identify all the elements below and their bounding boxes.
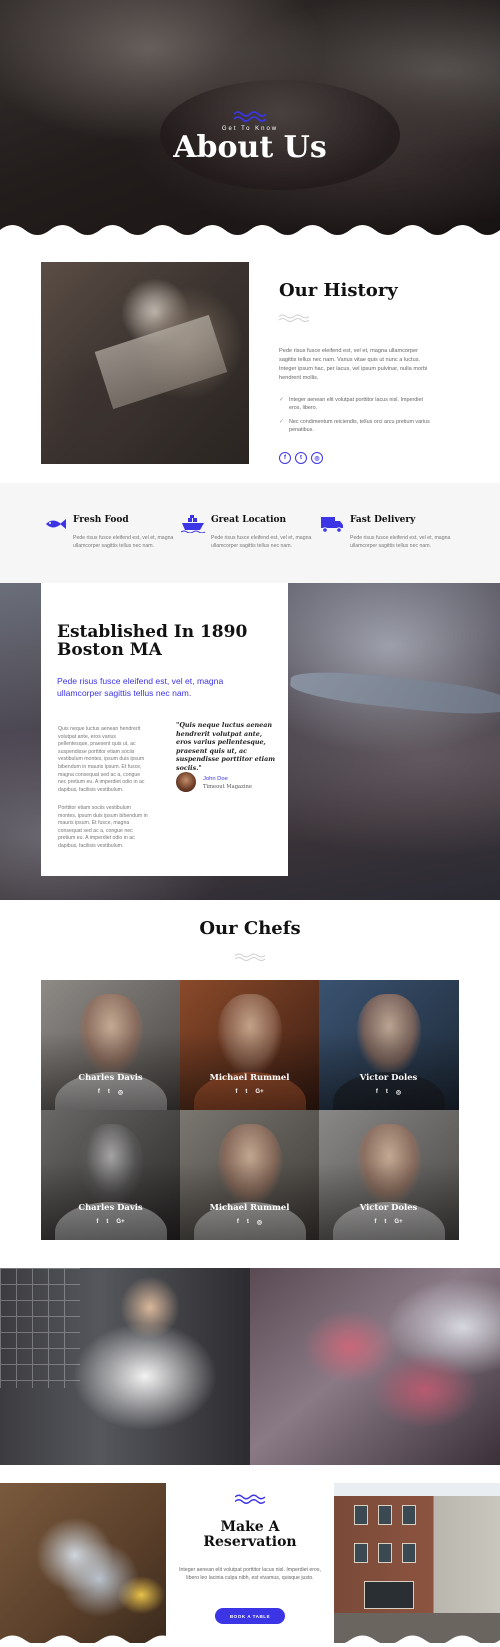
wave-icon xyxy=(279,314,309,322)
chef-grid: Charles Davis f t ◎ Michael Rummel f t G… xyxy=(41,980,459,1240)
established-card: Established In 1890 Boston MA Pede risus… xyxy=(41,583,288,876)
reservation-title: Make A Reservation xyxy=(203,1519,297,1550)
chef-name: Victor Doles xyxy=(359,1072,418,1082)
established-paragraph: Porttitor etiam sociis vestibulum montes… xyxy=(58,805,148,849)
feature-text: Pede risus fusce eleifend est, vel et, m… xyxy=(350,535,451,549)
truck-icon xyxy=(321,517,343,533)
octopus-seafood-photo xyxy=(250,1268,500,1465)
chef-social: f t G+ xyxy=(319,1219,458,1225)
facebook-icon[interactable]: f xyxy=(376,1089,378,1096)
facebook-icon[interactable]: f xyxy=(279,452,291,464)
wave-icon xyxy=(235,953,265,961)
avatar xyxy=(176,772,196,792)
chef-name: Michael Rummel xyxy=(209,1072,290,1082)
wave-divider xyxy=(0,225,500,240)
wave-icon xyxy=(233,111,267,122)
chef-plating-photo xyxy=(0,1268,250,1465)
twitter-icon[interactable]: t xyxy=(295,452,307,464)
check-icon: ✓ xyxy=(279,397,285,403)
chef-card[interactable]: Victor Doles f t ◎ xyxy=(319,980,459,1110)
instagram-icon[interactable]: ◎ xyxy=(118,1089,123,1096)
facebook-icon[interactable]: f xyxy=(96,1219,98,1225)
instagram-icon[interactable]: ◎ xyxy=(257,1219,262,1226)
list-item: ✓ Integer aenean elit volutpat porttitor… xyxy=(279,397,423,411)
facebook-icon[interactable]: f xyxy=(98,1089,100,1096)
chef-social: f t G+ xyxy=(41,1219,180,1225)
chef-name: Charles Davis xyxy=(78,1072,143,1082)
list-item: ✓ Nec condimentum reiciendis, tellus orc… xyxy=(279,419,430,433)
chef-social: f t ◎ xyxy=(180,1219,319,1226)
testimonial-quote: "Quis neque luctus aenean hendrerit volu… xyxy=(176,721,275,772)
twitter-icon[interactable]: t xyxy=(384,1219,386,1225)
chef-social: f t ◎ xyxy=(319,1089,458,1096)
history-paragraph: Pede risus fusce eleifend est, vel et, m… xyxy=(279,348,428,381)
facebook-icon[interactable]: f xyxy=(237,1219,239,1226)
quote-organization: Timeout Magazine xyxy=(203,784,252,790)
check-icon: ✓ xyxy=(279,419,285,425)
twitter-icon[interactable]: t xyxy=(386,1089,388,1096)
features-band: Fresh Food Pede risus fusce eleifend est… xyxy=(0,483,500,583)
restaurant-building-photo xyxy=(334,1483,500,1643)
feature-title: Fast Delivery xyxy=(350,515,416,525)
instagram-icon[interactable]: ◎ xyxy=(311,452,323,464)
chef-name: Charles Davis xyxy=(78,1202,143,1212)
fish-icon xyxy=(46,519,66,529)
quote-author[interactable]: John Doe xyxy=(203,776,228,782)
established-paragraph: Quis neque luctus aenean hendrerit volut… xyxy=(58,726,145,793)
chef-card[interactable]: Charles Davis f t ◎ xyxy=(41,980,180,1110)
twitter-icon[interactable]: t xyxy=(106,1219,108,1225)
chefs-title: Our Chefs xyxy=(199,918,301,939)
instagram-icon[interactable]: ◎ xyxy=(396,1089,401,1096)
fish-platter-photo xyxy=(0,1483,166,1643)
chef-social: f t ◎ xyxy=(41,1089,180,1096)
wave-divider xyxy=(0,1635,500,1647)
wave-icon xyxy=(235,1494,265,1504)
chef-name: Michael Rummel xyxy=(209,1202,290,1212)
google-plus-icon[interactable]: G+ xyxy=(116,1219,124,1225)
chef-social: f t G+ xyxy=(180,1089,319,1095)
feature-title: Fresh Food xyxy=(73,515,129,525)
kitchen-staff-photo xyxy=(41,262,249,464)
google-plus-icon[interactable]: G+ xyxy=(255,1089,263,1095)
history-title: Our History xyxy=(279,280,398,301)
twitter-icon[interactable]: t xyxy=(247,1219,249,1226)
facebook-icon[interactable]: f xyxy=(235,1089,237,1095)
feature-title: Great Location xyxy=(211,515,287,525)
page-title: About Us xyxy=(173,130,327,165)
chef-card[interactable]: Michael Rummel f t G+ xyxy=(180,980,319,1110)
facebook-icon[interactable]: f xyxy=(374,1219,376,1225)
social-links: f t ◎ xyxy=(279,452,323,464)
chef-name: Victor Doles xyxy=(359,1202,418,1212)
chef-card[interactable]: Victor Doles f t G+ xyxy=(319,1110,459,1240)
hero-section: Get To Know About Us xyxy=(0,0,500,240)
feature-text: Pede risus fusce eleifend est, vel et, m… xyxy=(211,535,312,549)
chef-card[interactable]: Charles Davis f t G+ xyxy=(41,1110,180,1240)
established-title: Established In 1890 Boston MA xyxy=(57,622,248,660)
history-list: ✓ Integer aenean elit volutpat porttitor… xyxy=(279,396,431,440)
feature-text: Pede risus fusce eleifend est, vel et, m… xyxy=(73,535,174,549)
twitter-icon[interactable]: t xyxy=(108,1089,110,1096)
established-subtitle: Pede risus fusce eleifend est, vel et, m… xyxy=(57,676,224,698)
chef-card[interactable]: Michael Rummel f t ◎ xyxy=(180,1110,319,1240)
ship-icon xyxy=(181,515,205,533)
reservation-text: Integer aenean elit volutpat porttitor l… xyxy=(179,1567,321,1581)
google-plus-icon[interactable]: G+ xyxy=(394,1219,402,1225)
twitter-icon[interactable]: t xyxy=(245,1089,247,1095)
book-table-button[interactable]: BOOK A TABLE xyxy=(215,1608,285,1624)
